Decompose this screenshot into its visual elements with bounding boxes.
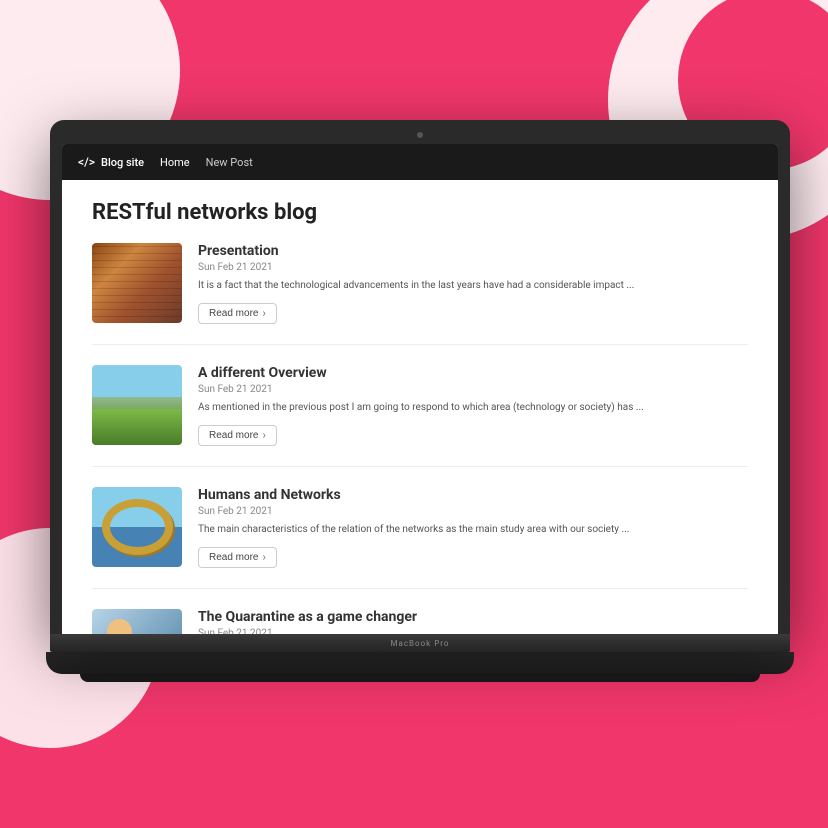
post-image-person xyxy=(92,609,182,634)
post-excerpt-3: The main characteristics of the relation… xyxy=(198,522,748,537)
read-more-button-2[interactable]: Read more › xyxy=(198,425,277,446)
navbar-brand-label: Blog site xyxy=(101,156,144,169)
post-image-1 xyxy=(92,243,182,323)
post-details-1: Presentation Sun Feb 21 2021 It is a fac… xyxy=(198,243,748,324)
post-title-4: The Quarantine as a game changer xyxy=(198,609,748,625)
read-more-label-3: Read more xyxy=(209,552,258,563)
post-image-2 xyxy=(92,365,182,445)
chevron-right-icon-1: › xyxy=(262,308,265,319)
laptop-base: MacBook Pro xyxy=(50,634,790,652)
read-more-label-2: Read more xyxy=(209,430,258,441)
post-title-2: A different Overview xyxy=(198,365,748,381)
laptop: </> Blog site Home New Post RESTful netw… xyxy=(50,120,790,682)
blog-post-4: The Quarantine as a game changer Sun Feb… xyxy=(92,609,748,634)
laptop-camera xyxy=(417,132,423,138)
post-date-3: Sun Feb 21 2021 xyxy=(198,506,748,517)
code-icon: </> xyxy=(78,155,95,169)
post-image-4 xyxy=(92,609,182,634)
post-excerpt-1: It is a fact that the technological adva… xyxy=(198,278,748,293)
laptop-screen: </> Blog site Home New Post RESTful netw… xyxy=(62,144,778,634)
laptop-screen-outer: </> Blog site Home New Post RESTful netw… xyxy=(50,120,790,634)
post-image-building xyxy=(92,243,182,323)
laptop-brand-label: MacBook Pro xyxy=(391,639,450,648)
navbar-link-home[interactable]: Home xyxy=(160,156,190,169)
navbar-link-new-post[interactable]: New Post xyxy=(206,156,253,169)
chevron-right-icon-2: › xyxy=(262,430,265,441)
read-more-button-3[interactable]: Read more › xyxy=(198,547,277,568)
read-more-button-1[interactable]: Read more › xyxy=(198,303,277,324)
chevron-right-icon-3: › xyxy=(262,552,265,563)
blog-title: RESTful networks blog xyxy=(92,200,748,225)
blog-post-3: Humans and Networks Sun Feb 21 2021 The … xyxy=(92,487,748,589)
post-title-1: Presentation xyxy=(198,243,748,259)
post-date-2: Sun Feb 21 2021 xyxy=(198,384,748,395)
post-image-rope xyxy=(92,487,182,567)
navbar-brand: </> Blog site xyxy=(78,155,144,169)
blog-post-2: A different Overview Sun Feb 21 2021 As … xyxy=(92,365,748,467)
laptop-bottom-bar xyxy=(80,674,760,682)
post-details-4: The Quarantine as a game changer Sun Feb… xyxy=(198,609,748,634)
post-date-1: Sun Feb 21 2021 xyxy=(198,262,748,273)
blog-content: RESTful networks blog Presentation Sun F… xyxy=(62,180,778,634)
post-image-landscape xyxy=(92,365,182,445)
post-title-3: Humans and Networks xyxy=(198,487,748,503)
blog-post-1: Presentation Sun Feb 21 2021 It is a fac… xyxy=(92,243,748,345)
post-image-3 xyxy=(92,487,182,567)
post-details-3: Humans and Networks Sun Feb 21 2021 The … xyxy=(198,487,748,568)
laptop-keyboard xyxy=(46,652,794,674)
navbar: </> Blog site Home New Post xyxy=(62,144,778,180)
read-more-label-1: Read more xyxy=(209,308,258,319)
post-excerpt-2: As mentioned in the previous post I am g… xyxy=(198,400,748,415)
post-details-2: A different Overview Sun Feb 21 2021 As … xyxy=(198,365,748,446)
